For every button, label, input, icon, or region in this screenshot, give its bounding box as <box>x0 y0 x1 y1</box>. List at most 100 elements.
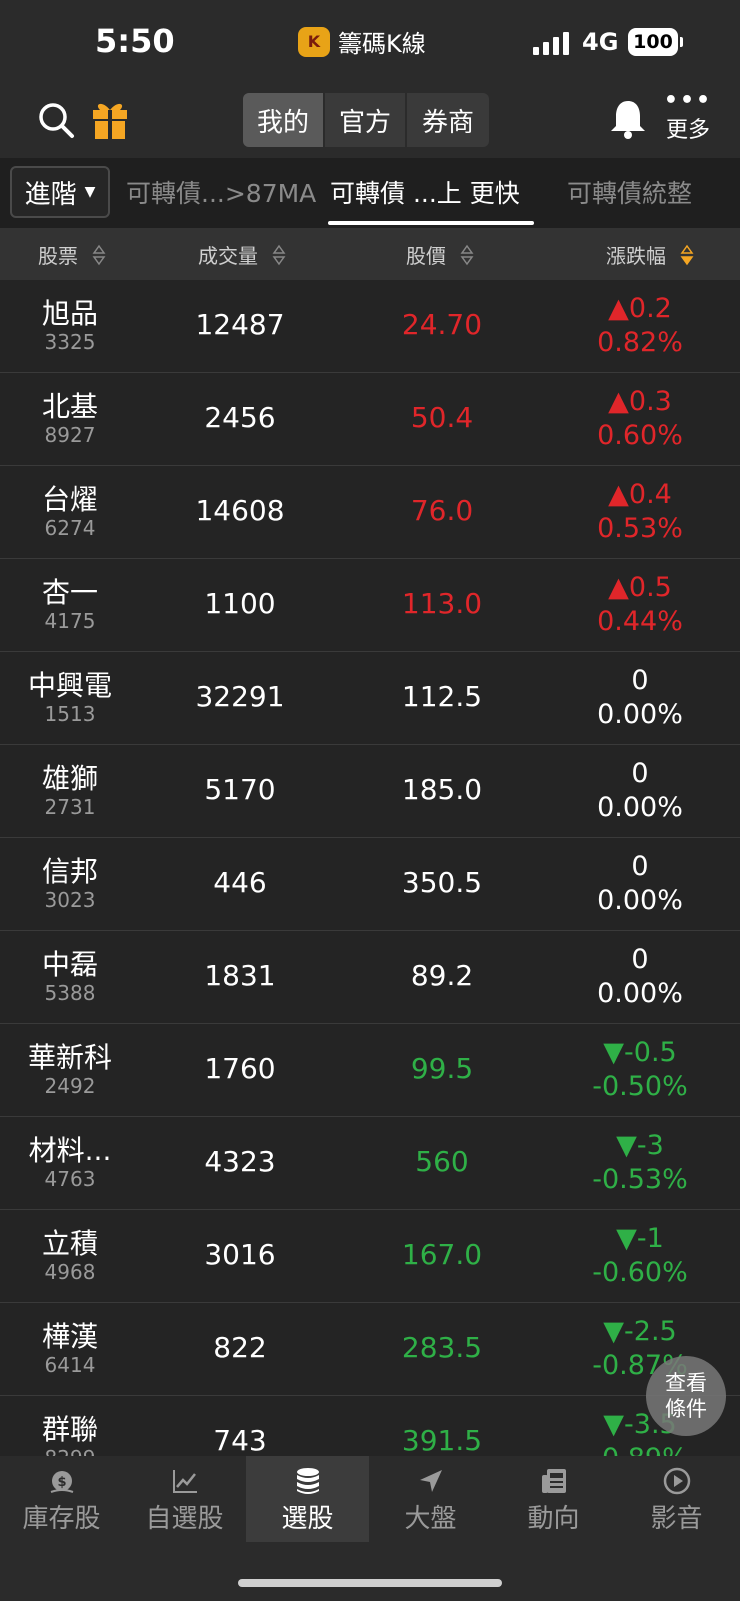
stock-price: 350.5 <box>401 866 483 899</box>
stock-code: 2731 <box>44 795 96 819</box>
bell-icon[interactable] <box>608 98 648 140</box>
table-row[interactable]: 材料... 4763 4323 560 ▼-3 -0.53% <box>0 1117 740 1210</box>
segment-official[interactable]: 官方 <box>325 93 407 147</box>
stock-change: 0 0.00% <box>597 851 683 916</box>
nav-video[interactable]: 影音 <box>615 1456 738 1542</box>
stock-change: 0 0.00% <box>597 758 683 823</box>
stock-name: 中磊 <box>41 948 98 981</box>
segment-broker[interactable]: 券商 <box>407 93 489 147</box>
stock-code: 6414 <box>44 1353 96 1377</box>
newspaper-icon <box>541 1469 566 1493</box>
nav-inventory[interactable]: $ 庫存股 <box>0 1456 123 1542</box>
table-row[interactable]: 中磊 5388 1831 89.2 0 0.00% <box>0 931 740 1024</box>
stock-volume: 32291 <box>195 680 285 713</box>
stock-change: 0 0.00% <box>597 665 683 730</box>
stock-volume: 743 <box>213 1424 267 1456</box>
money-bag-icon: $ <box>50 1471 73 1493</box>
stock-price: 283.5 <box>401 1331 483 1364</box>
column-header-volume[interactable]: 成交量 <box>198 240 286 269</box>
stock-volume: 14608 <box>195 494 285 527</box>
stock-price: 167.0 <box>401 1238 483 1271</box>
stock-price: 391.5 <box>401 1424 483 1456</box>
stock-volume: 5170 <box>204 773 276 806</box>
stock-volume: 12487 <box>195 308 285 341</box>
top-bar: 我的 官方 券商 ••• 更多 <box>0 84 740 158</box>
stock-volume: 4323 <box>204 1145 276 1178</box>
column-header-change[interactable]: 漲跌幅 <box>606 240 694 269</box>
table-row[interactable]: 旭品 3325 12487 24.70 ▲0.2 0.82% <box>0 280 740 373</box>
battery-icon: 100 <box>628 28 683 56</box>
stock-code: 4968 <box>44 1260 96 1284</box>
stock-code: 5388 <box>44 981 96 1005</box>
nav-screener[interactable]: 選股 <box>246 1456 369 1542</box>
table-row[interactable]: 立積 4968 3016 167.0 ▼-1 -0.60% <box>0 1210 740 1303</box>
signal-icon <box>533 32 569 55</box>
tab-convertible-faster[interactable]: 可轉債 ...上 更快 <box>330 174 520 210</box>
stock-code: 4763 <box>44 1167 96 1191</box>
stock-name: 立積 <box>41 1227 98 1260</box>
stock-name: 群聯 <box>41 1413 98 1446</box>
carrier-label: 籌碼K線 <box>338 30 426 58</box>
nav-watchlist[interactable]: 自選股 <box>123 1456 246 1542</box>
stock-price: 185.0 <box>401 773 483 806</box>
stock-name: 旭品 <box>41 297 98 330</box>
sort-icon <box>460 244 474 265</box>
stock-volume: 1100 <box>204 587 276 620</box>
stock-change: 0 0.00% <box>597 944 683 1009</box>
table-row[interactable]: 杏一 4175 1100 113.0 ▲0.5 0.44% <box>0 559 740 652</box>
stock-code: 6274 <box>44 516 96 540</box>
stock-code: 4175 <box>44 609 96 633</box>
fab-label-2: 條件 <box>665 1397 707 1421</box>
column-header-price[interactable]: 股價 <box>406 240 474 269</box>
status-bar: 5:50 K 籌碼K線 4G 100 <box>0 0 740 84</box>
tab-convertible-summary[interactable]: 可轉債統整 <box>567 174 692 210</box>
stock-change: ▼-0.5 -0.50% <box>592 1037 688 1102</box>
table-row[interactable]: 中興電 1513 32291 112.5 0 0.00% <box>0 652 740 745</box>
level-dropdown[interactable]: 進階 ▼ <box>10 166 110 218</box>
nav-market[interactable]: 大盤 <box>369 1456 492 1542</box>
status-carrier: K 籌碼K線 <box>298 24 426 59</box>
stock-change: ▼-3 -0.53% <box>592 1130 688 1195</box>
table-row[interactable]: 華新科 2492 1760 99.5 ▼-0.5 -0.50% <box>0 1024 740 1117</box>
stock-volume: 446 <box>213 866 267 899</box>
stock-name: 杏一 <box>41 576 98 609</box>
sort-icon <box>92 244 106 265</box>
source-segmented-control: 我的 官方 券商 <box>243 93 489 147</box>
stock-code: 3325 <box>44 330 96 354</box>
table-row[interactable]: 群聯 8299 743 391.5 ▼-3.5-0.89% <box>0 1396 740 1456</box>
stock-change: ▲0.3 0.60% <box>597 386 683 451</box>
stock-code: 8927 <box>44 423 96 447</box>
sort-icon <box>272 244 286 265</box>
line-chart-icon <box>172 1470 197 1493</box>
nav-trends[interactable]: 動向 <box>492 1456 615 1542</box>
search-icon[interactable] <box>36 100 76 140</box>
stock-code: 2492 <box>44 1074 96 1098</box>
column-header-stock[interactable]: 股票 <box>38 240 106 269</box>
stock-price: 113.0 <box>401 587 483 620</box>
stock-volume: 2456 <box>204 401 276 434</box>
tab-convertible-87ma[interactable]: 可轉債...>87MA <box>126 174 316 210</box>
gift-icon[interactable] <box>90 98 130 140</box>
stock-change: ▲0.4 0.53% <box>597 479 683 544</box>
stock-name: 信邦 <box>41 855 98 888</box>
view-conditions-button[interactable]: 查看 條件 <box>646 1356 726 1436</box>
database-icon <box>296 1468 319 1494</box>
stock-name: 雄獅 <box>41 762 98 795</box>
more-dots-icon: ••• <box>663 88 713 113</box>
table-row[interactable]: 雄獅 2731 5170 185.0 0 0.00% <box>0 745 740 838</box>
stock-volume: 1831 <box>204 959 276 992</box>
table-row[interactable]: 樺漢 6414 822 283.5 ▼-2.5 -0.87% <box>0 1303 740 1396</box>
table-row[interactable]: 台燿 6274 14608 76.0 ▲0.4 0.53% <box>0 466 740 559</box>
stock-code: 8299 <box>0 1446 140 1456</box>
more-label: 更多 <box>665 118 710 143</box>
stock-price: 89.2 <box>410 959 474 992</box>
segment-mine[interactable]: 我的 <box>243 93 325 147</box>
navigation-arrow-icon <box>419 1470 442 1492</box>
table-row[interactable]: 北基 8927 2456 50.4 ▲0.3 0.60% <box>0 373 740 466</box>
more-button[interactable]: ••• 更多 <box>660 88 716 144</box>
screener-tabs: 進階 ▼ 可轉債...>87MA 可轉債 ...上 更快 可轉債統整 <box>0 158 740 228</box>
stock-volume: 822 <box>213 1331 267 1364</box>
table-row[interactable]: 信邦 3023 446 350.5 0 0.00% <box>0 838 740 931</box>
stock-change: ▲0.5 0.44% <box>597 572 683 637</box>
stock-volume: 3016 <box>204 1238 276 1271</box>
